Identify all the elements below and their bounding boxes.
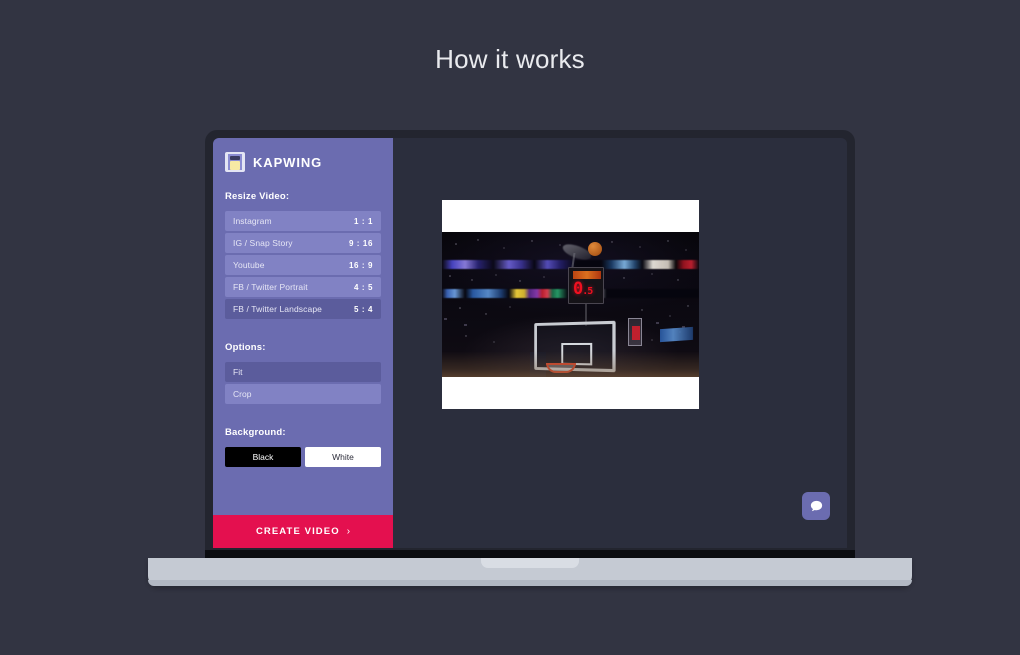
chat-bubble-button[interactable] bbox=[802, 492, 830, 520]
resize-option-fb-twitter-portrait[interactable]: FB / Twitter Portrait 4 : 5 bbox=[225, 277, 381, 297]
resize-option-name: Youtube bbox=[233, 260, 265, 270]
laptop-lid: KAPWING Resize Video: Instagram 1 : 1 IG… bbox=[205, 130, 855, 558]
shot-clock-decimal: .5 bbox=[582, 286, 593, 297]
resize-option-name: FB / Twitter Portrait bbox=[233, 282, 308, 292]
basketball-icon bbox=[588, 242, 602, 256]
resize-option-ratio: 1 : 1 bbox=[353, 216, 373, 226]
option-fit[interactable]: Fit bbox=[225, 362, 381, 382]
video-preview[interactable]: 0.5 bbox=[442, 200, 699, 409]
kapwing-logo-icon bbox=[225, 152, 245, 172]
resize-option-youtube[interactable]: Youtube 16 : 9 bbox=[225, 255, 381, 275]
background-white-button[interactable]: White bbox=[305, 447, 381, 467]
resize-option-name: FB / Twitter Landscape bbox=[233, 304, 322, 314]
resize-option-fb-twitter-landscape[interactable]: FB / Twitter Landscape 5 : 4 bbox=[225, 299, 381, 319]
brand: KAPWING bbox=[225, 152, 381, 172]
laptop-mockup: KAPWING Resize Video: Instagram 1 : 1 IG… bbox=[148, 130, 912, 586]
resize-option-ig-snap-story[interactable]: IG / Snap Story 9 : 16 bbox=[225, 233, 381, 253]
option-crop[interactable]: Crop bbox=[225, 384, 381, 404]
sidebar-content: KAPWING Resize Video: Instagram 1 : 1 IG… bbox=[213, 138, 393, 515]
shot-clock-value: 0.5 bbox=[573, 279, 593, 299]
page-root: How it works KAPWING Resize Video: Insta… bbox=[0, 0, 1020, 655]
page-title: How it works bbox=[435, 44, 585, 74]
court-floor-glow bbox=[442, 351, 699, 377]
background-color-group: Black White bbox=[225, 447, 381, 467]
editor-canvas: 0.5 bbox=[393, 138, 847, 548]
app-sidebar: KAPWING Resize Video: Instagram 1 : 1 IG… bbox=[213, 138, 393, 548]
option-label: Fit bbox=[233, 367, 243, 377]
video-content: 0.5 bbox=[442, 232, 699, 377]
resize-option-ratio: 9 : 16 bbox=[348, 238, 373, 248]
create-video-button[interactable]: CREATE VIDEO › bbox=[213, 515, 393, 548]
create-video-label: CREATE VIDEO bbox=[255, 526, 340, 537]
resize-option-name: Instagram bbox=[233, 216, 272, 226]
resize-option-ratio: 5 : 4 bbox=[353, 304, 373, 314]
resize-option-ratio: 16 : 9 bbox=[348, 260, 373, 270]
option-label: Crop bbox=[233, 389, 252, 399]
background-section-label: Background: bbox=[225, 427, 286, 438]
resize-section-label: Resize Video: bbox=[225, 191, 290, 202]
resize-option-list: Instagram 1 : 1 IG / Snap Story 9 : 16 Y… bbox=[225, 211, 381, 319]
laptop-base bbox=[148, 558, 912, 586]
resize-option-instagram[interactable]: Instagram 1 : 1 bbox=[225, 211, 381, 231]
shot-clock-banner bbox=[573, 271, 601, 279]
options-list: Fit Crop bbox=[225, 362, 381, 404]
brand-name: KAPWING bbox=[253, 154, 323, 170]
led-ad-band-courtside bbox=[660, 326, 693, 343]
resize-option-ratio: 4 : 5 bbox=[353, 282, 373, 292]
courtside-banner bbox=[628, 318, 642, 346]
shot-clock: 0.5 bbox=[568, 267, 604, 304]
chevron-right-icon: › bbox=[346, 525, 351, 537]
shot-clock-seconds: 0 bbox=[573, 279, 583, 299]
background-black-button[interactable]: Black bbox=[225, 447, 301, 467]
chat-bubble-icon bbox=[810, 500, 822, 511]
resize-option-name: IG / Snap Story bbox=[233, 238, 293, 248]
laptop-screen: KAPWING Resize Video: Instagram 1 : 1 IG… bbox=[213, 138, 847, 548]
options-section-label: Options: bbox=[225, 342, 266, 353]
